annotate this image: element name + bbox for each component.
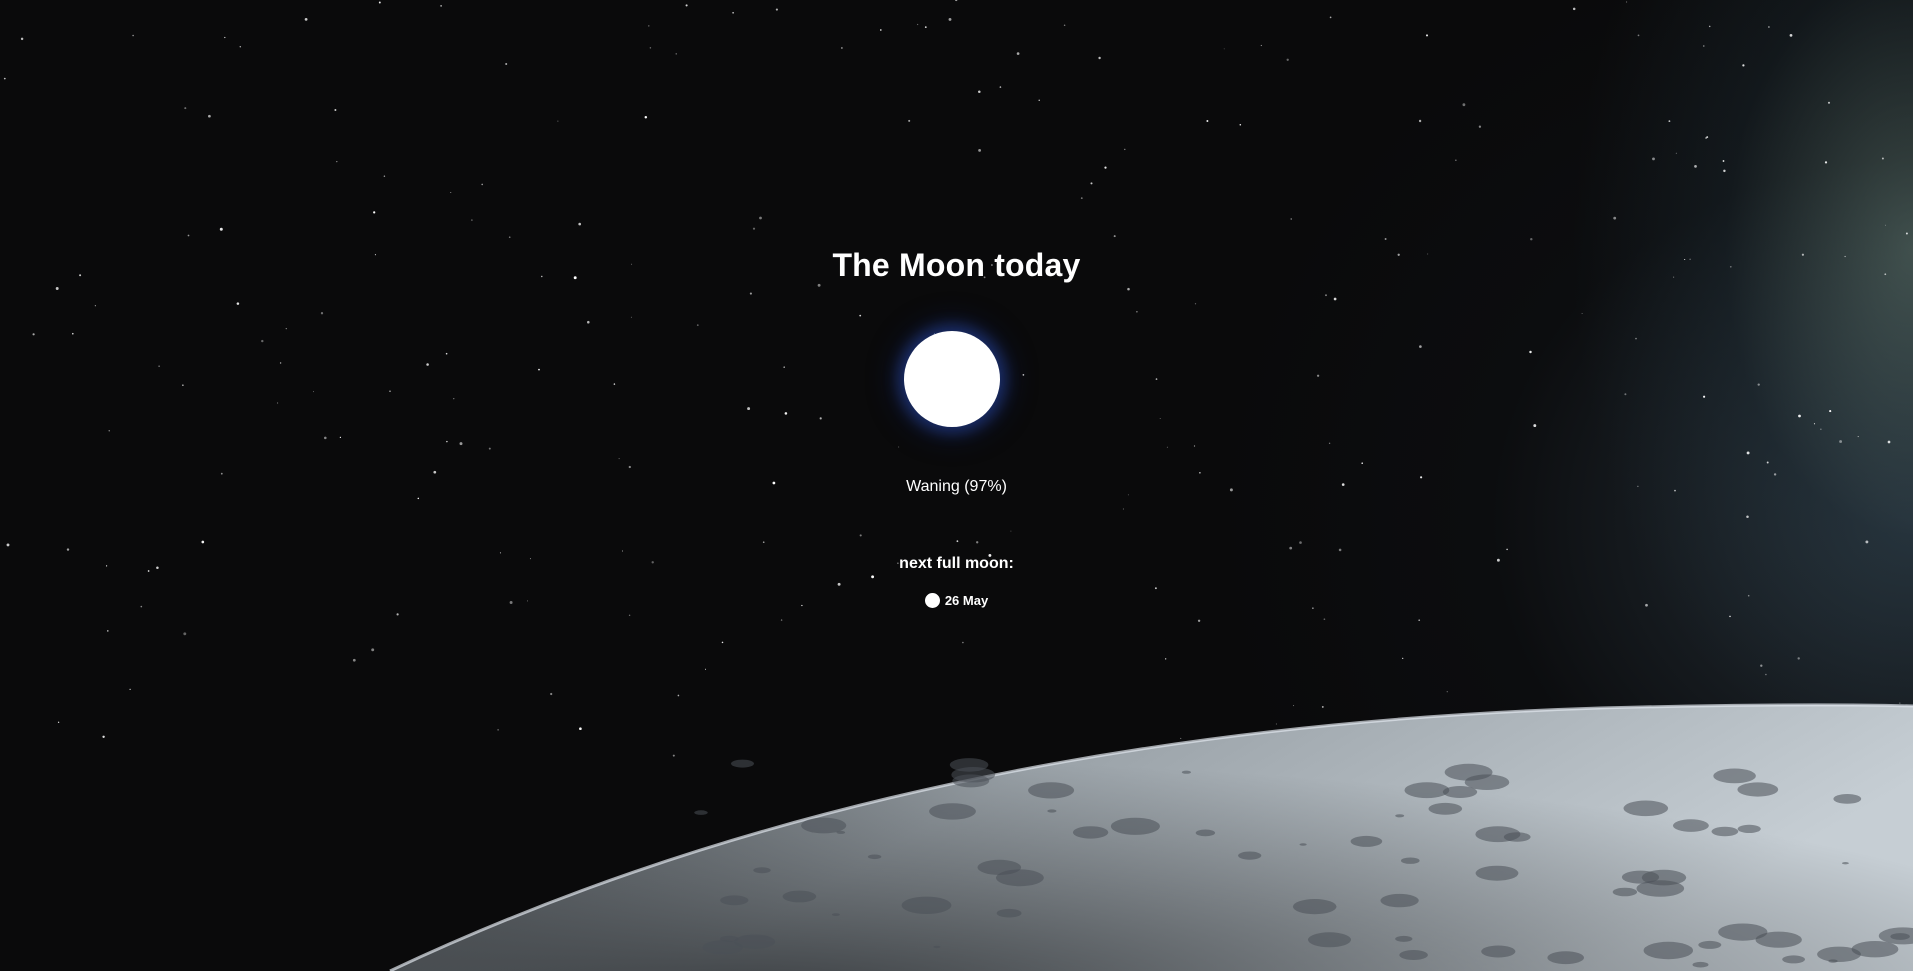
crater (1292, 899, 1337, 915)
crater (1718, 923, 1768, 941)
crater (831, 913, 840, 916)
crater (1350, 835, 1383, 847)
crater (720, 895, 749, 906)
crater (1110, 817, 1160, 835)
crater (1444, 763, 1493, 781)
crater (1692, 961, 1709, 968)
crater (1475, 865, 1519, 881)
page-title: The Moon today (832, 247, 1081, 283)
crater (1612, 887, 1638, 897)
crater (1399, 950, 1428, 960)
page-background: The Moon today Waning (97%) next full mo… (0, 0, 1913, 971)
crater (1842, 862, 1849, 865)
crater (1817, 946, 1861, 962)
crater (996, 908, 1022, 918)
crater (694, 810, 708, 815)
crater (1833, 794, 1862, 804)
crater (1299, 843, 1307, 846)
crater (1481, 945, 1516, 958)
crater (1395, 935, 1413, 942)
crater (731, 759, 754, 768)
crater (1673, 819, 1709, 832)
crater (1547, 951, 1584, 965)
crater (1404, 782, 1450, 799)
crater (1475, 826, 1521, 843)
crater (1737, 824, 1761, 834)
full-moon-icon (924, 593, 940, 608)
crater (933, 945, 941, 949)
crater (1380, 893, 1419, 908)
crater (1623, 800, 1669, 817)
crater (901, 896, 952, 914)
crater (1442, 786, 1478, 798)
next-full-moon-entry: 26 May (0, 593, 1913, 608)
next-full-moon-date: 26 May (944, 593, 989, 608)
crater (1195, 829, 1216, 837)
crater (836, 830, 846, 834)
crater (1028, 782, 1075, 799)
crater (734, 934, 776, 949)
crater (1072, 826, 1109, 839)
next-full-moon-label: next full moon: (899, 555, 1014, 572)
crater (1395, 814, 1405, 818)
crater (952, 774, 990, 788)
crater (1401, 857, 1420, 864)
crater (996, 869, 1044, 887)
crater (1782, 955, 1805, 964)
crater (753, 867, 771, 874)
crater (1636, 880, 1685, 897)
crater (1737, 782, 1779, 797)
crater (929, 803, 976, 820)
crater (1711, 826, 1739, 837)
crater (782, 890, 817, 903)
crater (1047, 809, 1057, 813)
crater (1643, 941, 1694, 960)
crater (1308, 932, 1351, 948)
crater (1181, 770, 1191, 774)
crater (1698, 940, 1722, 949)
moon-phase-text: Waning (97%) (906, 478, 1007, 495)
crater (1428, 802, 1463, 815)
crater (949, 758, 989, 772)
crater (867, 854, 882, 860)
crater (1713, 768, 1756, 784)
crater (1238, 851, 1262, 860)
moon-phase-icon (904, 331, 1000, 427)
